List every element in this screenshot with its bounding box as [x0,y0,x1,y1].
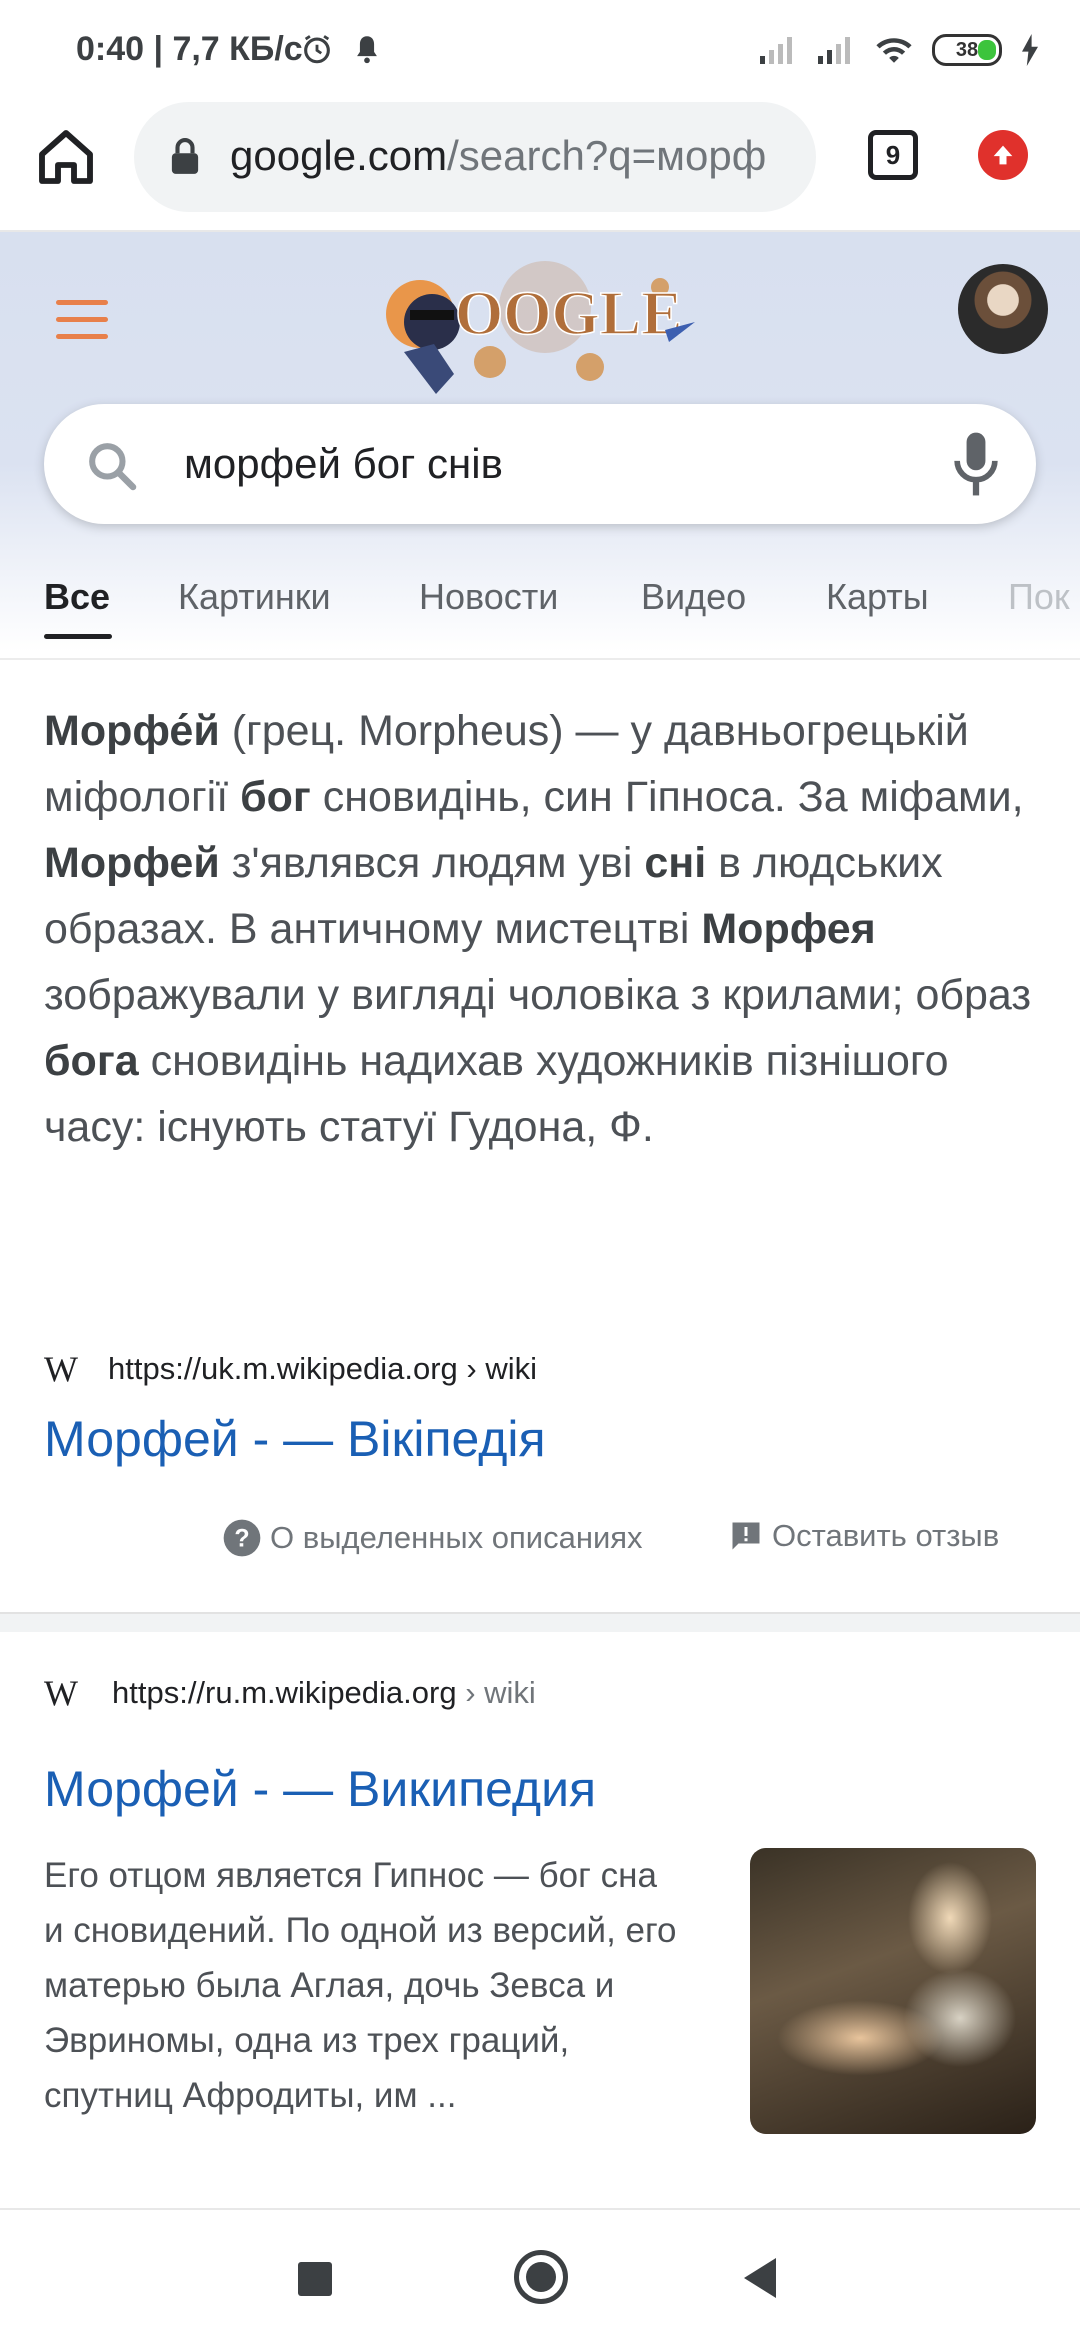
result-title-uk[interactable]: Морфей - — Вікіпедія [44,1410,546,1468]
battery-level: 38 [955,38,979,61]
search-tabs: Все Картинки Новости Видео Карты Пок [0,560,1080,660]
source-url[interactable]: https://uk.m.wikipedia.org › wiki [108,1351,537,1387]
snippet-bold: Морфе́й [44,707,220,755]
avatar[interactable] [958,264,1048,354]
back-button[interactable] [744,2258,776,2298]
result-thumbnail[interactable] [750,1848,1036,2134]
wifi-icon [876,38,912,63]
doodle-text: OOGLE [455,280,682,348]
battery-icon: 38 [932,34,1002,66]
featured-source[interactable]: W https://uk.m.wikipedia.org › wiki [44,1348,537,1390]
status-bar: 0:40 | 7,7 КБ/с 38 [0,0,1080,100]
source-path: › wiki [456,1675,536,1710]
snippet-text: з'являвся людям уві [219,839,645,887]
alarm-icon [304,35,330,64]
home-button[interactable] [514,2250,568,2304]
signal-icon [818,37,850,64]
result-snippet-ru: Его отцом является Гипнос — бог сна и сн… [44,1856,677,2115]
update-icon[interactable] [978,130,1028,180]
tab-all[interactable]: Все [44,576,110,618]
google-doodle[interactable]: OOGLE [360,252,720,402]
url-domain: google.com [230,132,448,179]
home-icon[interactable] [34,125,98,189]
system-nav-bar [0,2208,1080,2340]
wikipedia-icon: W [44,1349,78,1389]
status-icons: 38 [758,28,1040,72]
source-domain: https://ru.m.wikipedia.org [112,1675,457,1710]
snippet-bold: сні [644,839,707,887]
tabs-icon[interactable]: 9 [868,130,918,180]
about-snippets-label: О выделенных описаниях [270,1520,643,1555]
charging-icon [1022,34,1038,66]
snippet-text: зображували у вигляді чоловіка з крилами… [44,971,1032,1019]
browser-toolbar: google.com/search?q=морф 9 [0,100,1080,232]
bell-icon [357,36,377,64]
search-box[interactable]: морфей бог снів [44,404,1036,524]
tab-active-indicator [44,634,112,639]
tab-count: 9 [885,139,901,170]
tab-news[interactable]: Новости [419,576,558,618]
search-input[interactable]: морфей бог снів [184,440,503,488]
snippet-bold: бог [240,773,311,821]
svg-text:?: ? [234,1524,249,1552]
tab-maps[interactable]: Карты [826,576,929,618]
url-text[interactable]: google.com/search?q=морф [230,132,800,182]
snippet-bold: бога [44,1037,139,1085]
source-url-ru[interactable]: https://ru.m.wikipedia.org › wiki [112,1675,536,1711]
feedback-icon [732,1522,760,1550]
signal-icon [760,37,792,64]
screen: 0:40 | 7,7 КБ/с 38 google.com/search?q=м… [0,0,1080,2340]
wikipedia-icon: W [44,1673,78,1713]
lock-icon[interactable] [170,138,200,176]
tab-images[interactable]: Картинки [178,576,331,618]
result-source-ru[interactable]: W https://ru.m.wikipedia.org › wiki [44,1672,536,1714]
snippet-text: сновидінь, син Гіпноса. За міфами, [310,773,1024,821]
status-time: 0:40 | 7,7 КБ/с [76,30,303,68]
tab-videos[interactable]: Видео [641,576,746,618]
mic-icon[interactable] [954,432,998,496]
menu-icon[interactable] [56,300,108,340]
url-path: /search?q=морф [447,132,767,179]
about-snippets-link[interactable]: ? О выделенных описаниях [222,1518,643,1558]
tab-more[interactable]: Пок [1008,576,1070,618]
result-title-ru[interactable]: Морфей - — Википедия [44,1760,596,1818]
snippet-bold: Морфей [44,839,220,887]
address-bar[interactable]: google.com/search?q=морф [134,102,816,212]
snippet-text: сновидінь надихав художників пізнішого ч… [44,1037,949,1151]
featured-snippet: Морфе́й (грец. Morpheus) — у давньогрець… [44,698,1044,1160]
search-icon[interactable] [84,438,140,494]
recents-button[interactable] [298,2262,332,2296]
result-divider [0,1612,1080,1632]
snippet-bold: Морфея [701,905,876,953]
help-icon: ? [223,1519,261,1557]
feedback-link[interactable]: Оставить отзыв [728,1518,999,1554]
feedback-label: Оставить отзыв [772,1518,1000,1553]
